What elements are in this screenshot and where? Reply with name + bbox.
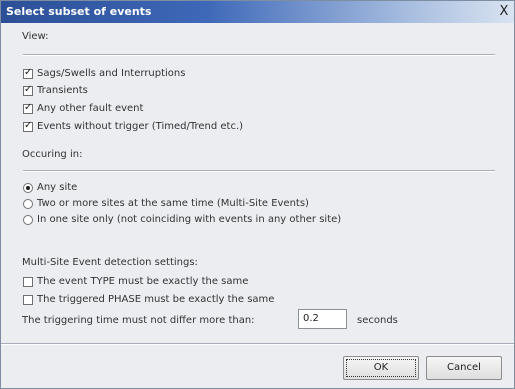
checkbox-label: Any other fault event [37,103,144,114]
radio-label: In one site only (not coinciding with ev… [37,214,342,225]
occurring-section-label: Occuring in: [22,149,83,160]
occurring-divider [23,170,495,172]
radio-multi-site[interactable]: Two or more sites at the same time (Mult… [23,197,309,210]
trigger-time-input[interactable]: 0.2 [298,309,347,329]
checkbox-without-trigger[interactable]: Events without trigger (Timed/Trend etc.… [23,120,243,133]
radio-button[interactable] [23,198,33,209]
title-bar: Select subset of events X [1,1,514,23]
view-section-label: View: [22,31,49,42]
checkbox-box[interactable] [23,120,33,132]
radio-any-site[interactable]: Any site [23,181,77,194]
cancel-button[interactable]: Cancel [426,356,502,380]
checkbox-sags-swells[interactable]: Sags/Swells and Interruptions [23,67,185,80]
checkbox-triggered-phase[interactable]: The triggered PHASE must be exactly the … [23,293,274,306]
multisite-section-label: Multi-Site Event detection settings: [22,257,198,268]
checkbox-box[interactable] [23,276,33,287]
checkbox-box[interactable] [23,294,33,305]
radio-button[interactable] [23,182,33,193]
radio-button[interactable] [23,214,33,225]
checkbox-transients[interactable]: Transients [23,84,88,97]
checkbox-label: Sags/Swells and Interruptions [37,68,186,79]
radio-label: Any site [37,182,78,193]
footer-divider [1,343,514,345]
checkbox-box[interactable] [23,84,33,96]
checkbox-event-type[interactable]: The event TYPE must be exactly the same [23,275,248,288]
checkbox-other-fault[interactable]: Any other fault event [23,102,143,115]
checkbox-box[interactable] [23,102,33,114]
checkbox-box[interactable] [23,67,33,79]
radio-label: Two or more sites at the same time (Mult… [37,198,309,209]
trigger-time-unit: seconds [357,315,398,326]
radio-one-site-only[interactable]: In one site only (not coinciding with ev… [23,213,341,226]
checkbox-label: Events without trigger (Timed/Trend etc.… [37,121,244,132]
select-subset-dialog: Select subset of events X View: Sags/Swe… [0,0,515,389]
checkbox-label: Transients [37,85,88,96]
dialog-title: Select subset of events [6,5,152,18]
ok-button[interactable]: OK [343,356,419,380]
trigger-time-label: The triggering time must not differ more… [22,315,255,326]
checkbox-label: The event TYPE must be exactly the same [37,276,249,287]
checkbox-label: The triggered PHASE must be exactly the … [37,294,275,305]
close-icon[interactable]: X [497,4,511,19]
view-divider [23,54,495,56]
